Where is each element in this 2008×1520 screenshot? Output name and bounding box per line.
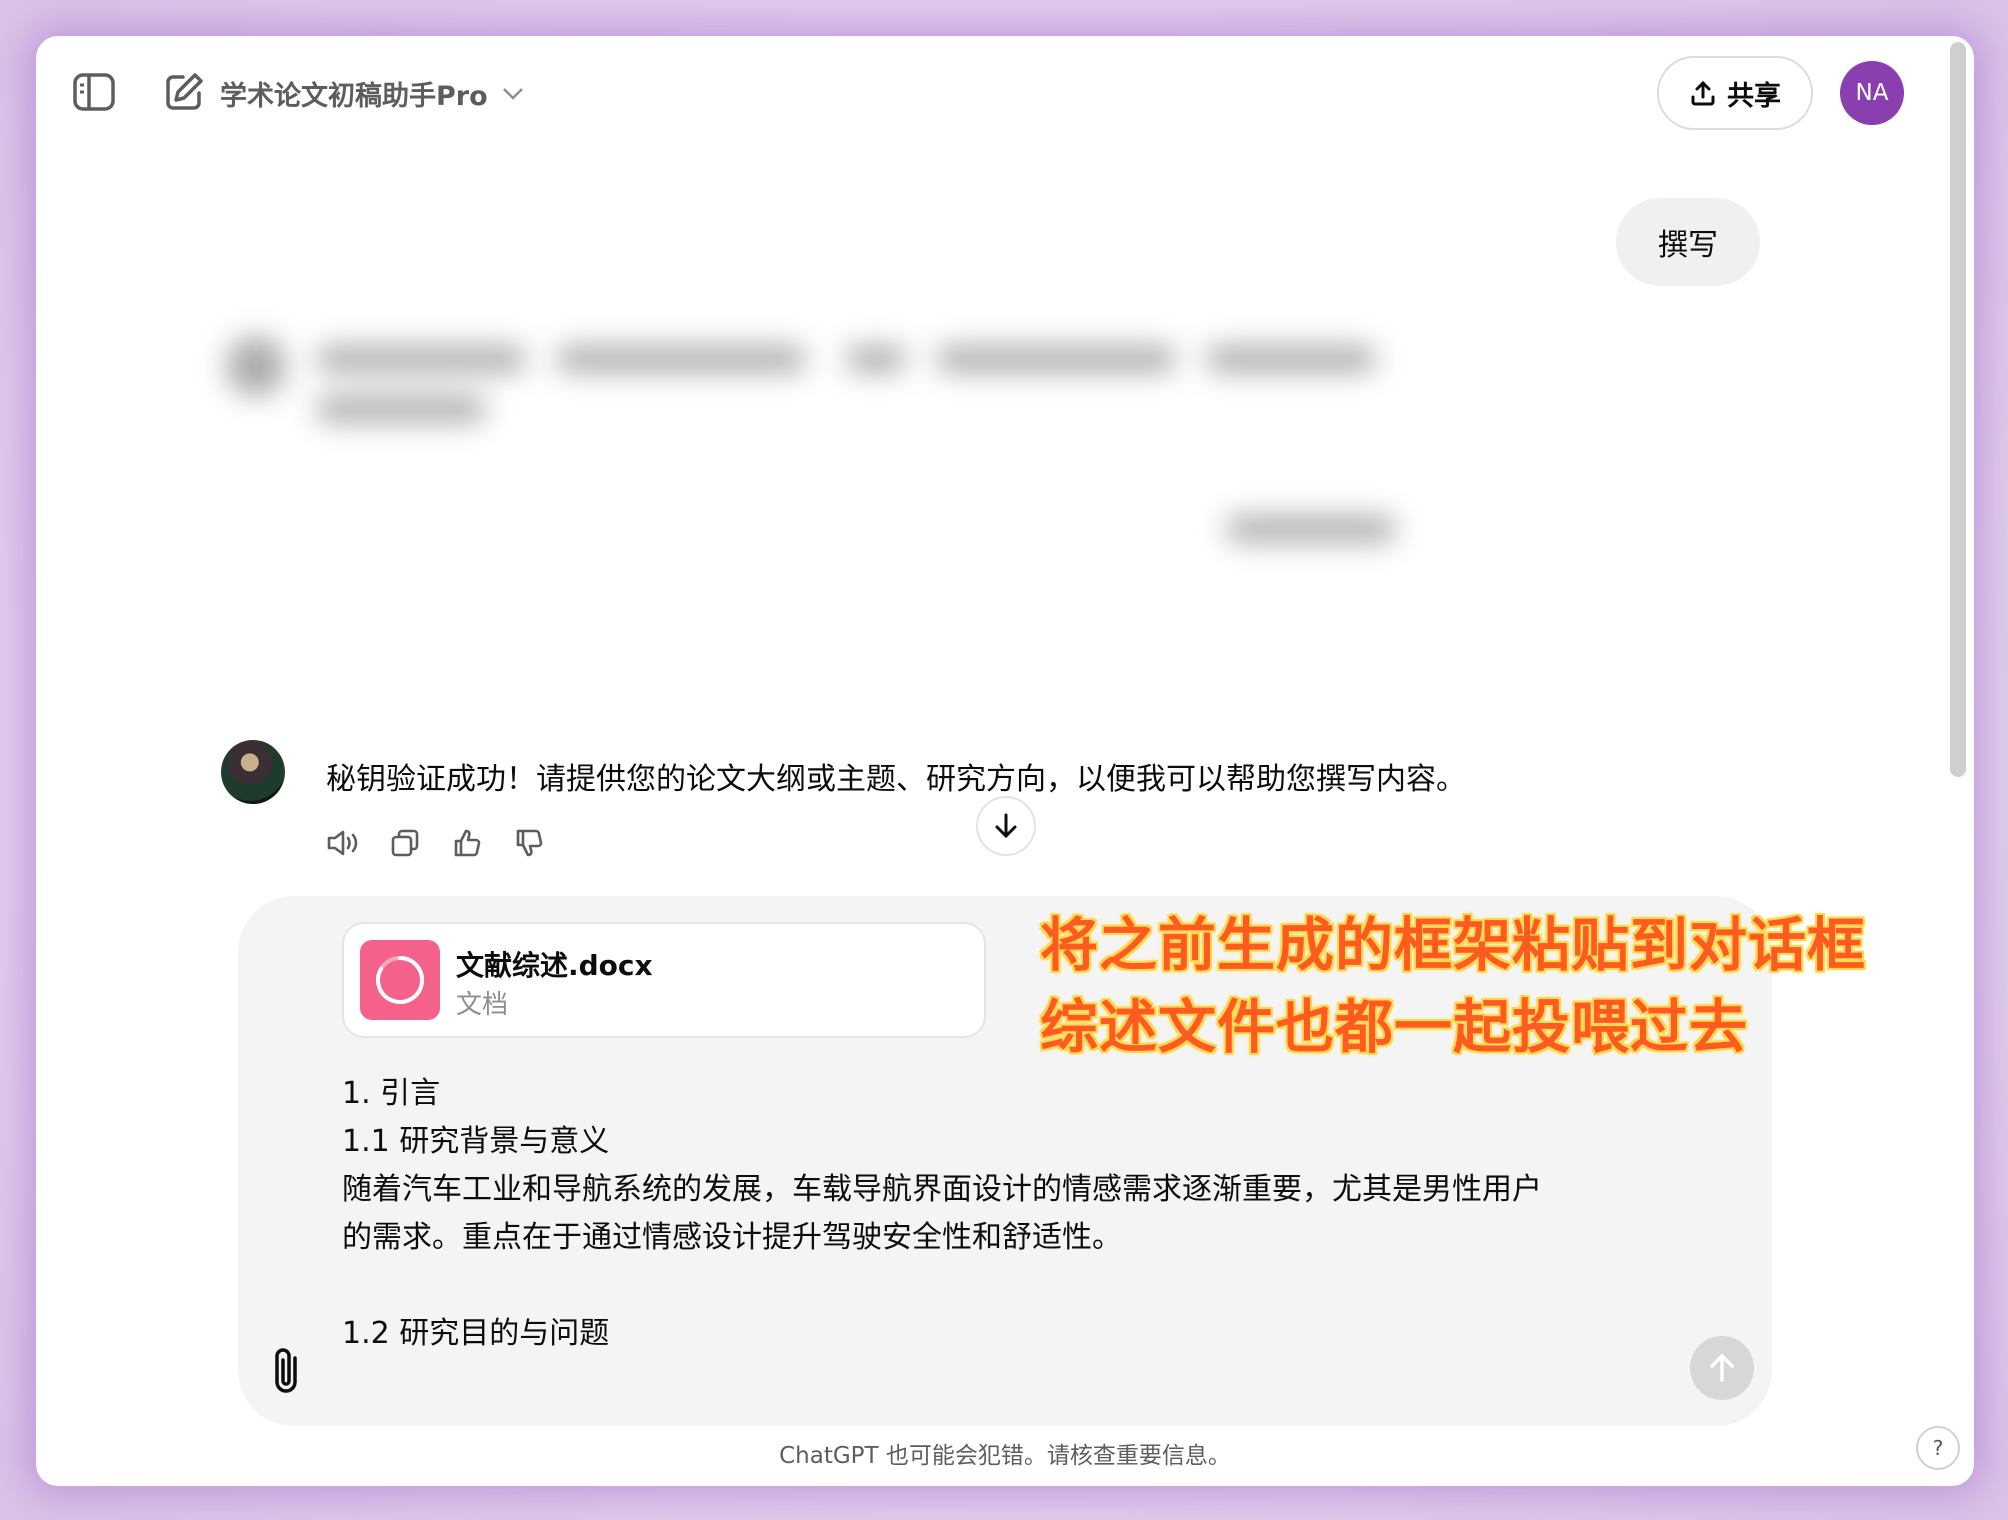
- copy-icon: [391, 829, 419, 857]
- spinner-icon: [376, 956, 425, 1004]
- thumbs-down-button[interactable]: [512, 826, 546, 860]
- paperclip-icon: [275, 1348, 297, 1393]
- read-aloud-button[interactable]: [326, 826, 360, 860]
- share-button[interactable]: 共享: [1657, 56, 1813, 130]
- attachment-name: 文献综述.docx: [456, 949, 653, 982]
- arrow-up-icon: [1710, 1353, 1734, 1382]
- composer-line: 的需求。重点在于通过情感设计提升驾驶安全性和舒适性。: [342, 1220, 1122, 1255]
- annotation-line: 将之前生成的框架粘贴到对话框: [1040, 911, 1867, 979]
- thumbs-up-icon: [454, 829, 481, 857]
- sidebar-toggle-button[interactable]: [64, 62, 124, 122]
- blurred-content: [206, 336, 1766, 676]
- scrollbar[interactable]: [1950, 42, 1966, 777]
- scroll-down-button[interactable]: [976, 796, 1036, 856]
- sidebar-toggle-icon: [73, 73, 115, 111]
- document-icon: [360, 940, 440, 1020]
- chat-window: 学术论文初稿助手Pro 共享 NA 撰写 秘钥验证成功！请提供您的论文大纲或主题…: [36, 36, 1974, 1486]
- composer-text[interactable]: 1. 引言 1.1 研究背景与意义 随着汽车工业和导航系统的发展，车载导航界面设…: [342, 1070, 1622, 1358]
- attach-button[interactable]: [266, 1344, 310, 1400]
- thumbs-up-button[interactable]: [450, 826, 484, 860]
- annotation-line: 综述文件也都一起投喂过去: [1040, 993, 1749, 1061]
- assistant-message: 秘钥验证成功！请提供您的论文大纲或主题、研究方向，以便我可以帮助您撰写内容。: [326, 762, 1466, 797]
- message-actions: [326, 826, 546, 860]
- attachment-type: 文档: [456, 990, 509, 1020]
- top-bar: 学术论文初稿助手Pro 共享 NA: [36, 36, 1974, 146]
- footer-disclaimer: ChatGPT 也可能会犯错。请核查重要信息。: [779, 1443, 1231, 1469]
- user-avatar[interactable]: NA: [1840, 61, 1904, 125]
- new-chat-button[interactable]: [154, 62, 214, 122]
- model-selector[interactable]: 学术论文初稿助手Pro: [220, 74, 524, 113]
- arrow-down-icon: [995, 813, 1017, 839]
- upload-icon: [1691, 80, 1715, 106]
- speaker-icon: [327, 830, 358, 856]
- new-chat-icon: [166, 73, 203, 110]
- composer-fade: [238, 1396, 1772, 1426]
- composer-line: 1.2 研究目的与问题: [342, 1316, 610, 1351]
- thumbs-down-icon: [516, 829, 543, 857]
- attachment-card[interactable]: 文献综述.docx 文档: [342, 922, 986, 1038]
- composer-line: 1.1 研究背景与意义: [342, 1124, 610, 1159]
- share-label: 共享: [1727, 80, 1781, 112]
- composer-line: 随着汽车工业和导航系统的发展，车载导航界面设计的情感需求逐渐重要，尤其是男性用户: [342, 1172, 1542, 1207]
- send-button[interactable]: [1690, 1336, 1754, 1400]
- model-title: 学术论文初稿助手Pro: [220, 81, 488, 112]
- annotation-overlay: 将之前生成的框架粘贴到对话框 综述文件也都一起投喂过去: [1040, 904, 1866, 1068]
- assistant-avatar: [221, 740, 285, 804]
- composer-line: [342, 1262, 1622, 1310]
- chevron-down-icon: [502, 87, 523, 100]
- copy-button[interactable]: [388, 826, 422, 860]
- user-message-bubble: 撰写: [1616, 198, 1760, 286]
- composer-line: 1. 引言: [342, 1076, 441, 1111]
- help-button[interactable]: ?: [1916, 1426, 1960, 1470]
